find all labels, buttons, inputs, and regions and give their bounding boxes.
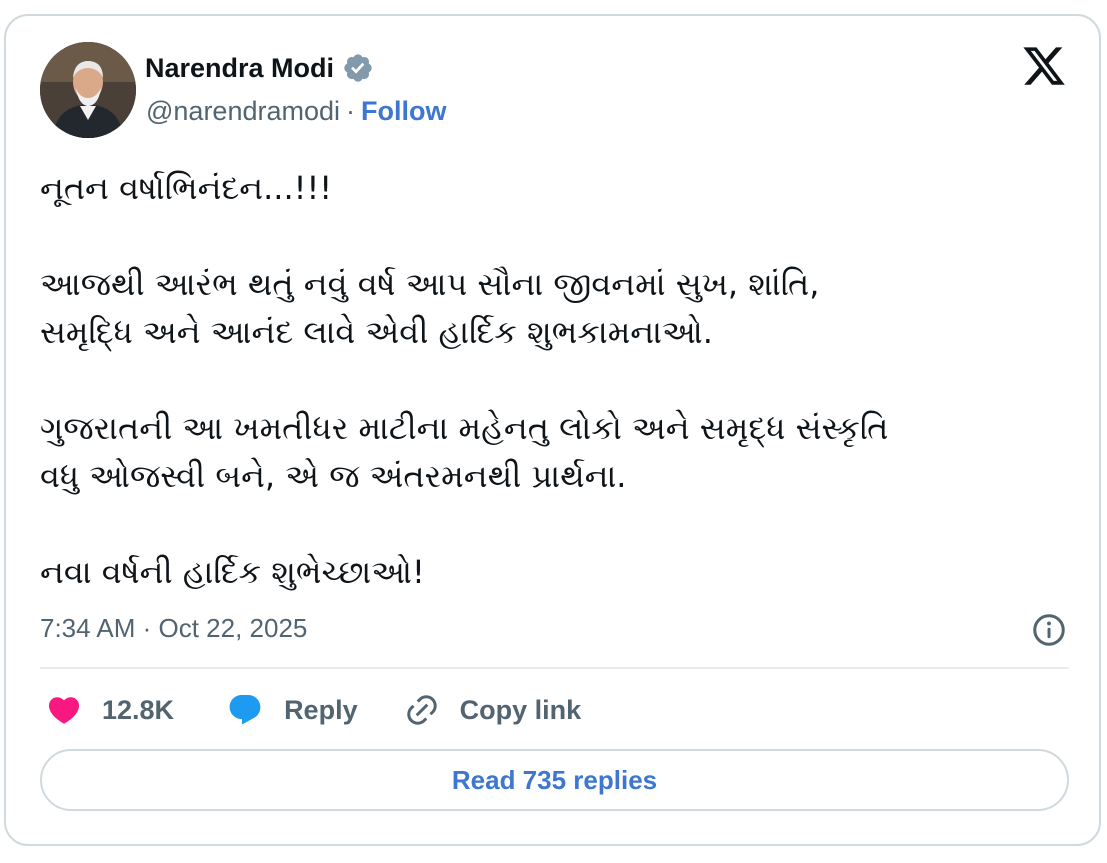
- handle-row: @narendramodi · Follow: [146, 96, 447, 127]
- heart-icon: [48, 697, 80, 724]
- copy-link-button[interactable]: Copy link: [404, 692, 582, 728]
- tweet-card: Narendra Modi @narendramodi · Follow નૂત…: [4, 14, 1101, 846]
- author-name-row: Narendra Modi: [145, 52, 374, 84]
- action-bar: 12.8K Reply Copy link: [46, 692, 581, 728]
- tweet-line: આજથી આરંભ થતું નવું વર્ષ આપ સૌના જીવનમાં…: [40, 265, 820, 303]
- verified-badge-icon[interactable]: [342, 52, 374, 84]
- speech-bubble-icon: [229, 695, 261, 725]
- reply-label: Reply: [284, 694, 358, 725]
- reply-button[interactable]: Reply: [226, 692, 358, 728]
- avatar-photo: [40, 42, 136, 138]
- tweet-line: સમૃદ્ધિ અને આનંદ લાવે એવી હાર્દિક શુભકામ…: [40, 313, 713, 351]
- tweet-line: નૂતન વર્ષાભિનંદન...!!!: [40, 169, 333, 207]
- copy-link-label: Copy link: [459, 694, 582, 725]
- avatar[interactable]: [40, 42, 136, 138]
- read-replies-button[interactable]: Read 735 replies: [40, 749, 1069, 811]
- tweet-line: વધુ ઓજસ્વી બને, એ જ અંતરમનથી પ્રાર્થના.: [40, 457, 627, 495]
- x-logo-icon[interactable]: [1021, 43, 1067, 89]
- author-handle[interactable]: @narendramodi: [146, 96, 340, 127]
- like-button[interactable]: 12.8K: [46, 692, 174, 728]
- read-replies-label: Read 735 replies: [451, 764, 658, 795]
- info-icon[interactable]: [1031, 612, 1067, 648]
- link-icon: [406, 695, 437, 725]
- tweet-timestamp[interactable]: 7:34 AM · Oct 22, 2025: [40, 613, 307, 644]
- follow-button[interactable]: Follow: [361, 96, 446, 127]
- divider: [40, 667, 1069, 669]
- tweet-line: નવા વર્ષની હાર્દિક શુભેચ્છાઓ!: [40, 553, 425, 591]
- like-count: 12.8K: [102, 694, 175, 725]
- handle-separator: ·: [346, 96, 356, 126]
- author-name[interactable]: Narendra Modi: [145, 53, 334, 84]
- tweet-text: નૂતન વર્ષાભિનંદન...!!! આજથી આરંભ થતું નવ…: [40, 164, 1080, 596]
- tweet-line: ગુજરાતની આ ખમતીધર માટીના મહેનતુ લોકો અને…: [40, 409, 889, 447]
